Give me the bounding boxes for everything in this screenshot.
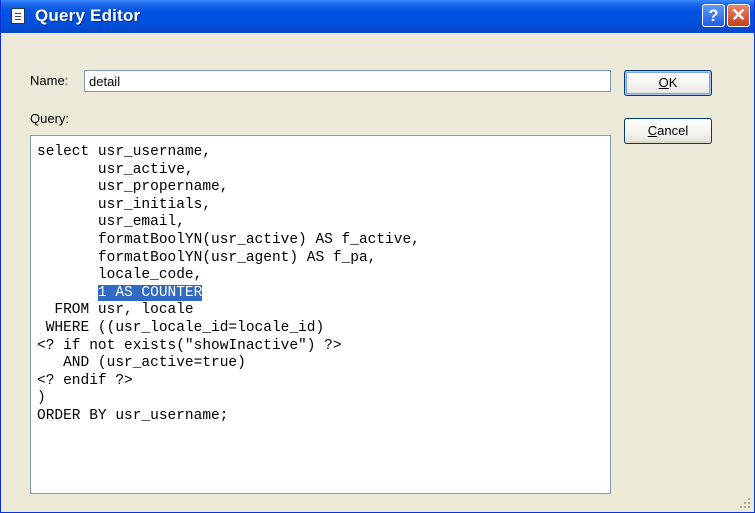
query-editor-window: Query Editor ? ✕ Name: Query: OK Cancel … bbox=[0, 0, 755, 513]
window-title: Query Editor bbox=[35, 6, 141, 25]
query-line: usr_active, bbox=[37, 161, 194, 178]
resize-grip-icon[interactable] bbox=[739, 497, 751, 509]
query-line: formatBoolYN(usr_agent) AS f_pa, bbox=[37, 249, 377, 266]
ok-mnemonic: O bbox=[658, 75, 669, 90]
selected-text: 1 AS COUNTER bbox=[97, 284, 203, 301]
cancel-mnemonic: C bbox=[647, 123, 658, 138]
name-label: Name: bbox=[30, 73, 69, 88]
help-button[interactable]: ? bbox=[702, 4, 725, 27]
ok-label-rest: K bbox=[668, 75, 678, 90]
query-line: ) bbox=[37, 390, 46, 407]
query-line: select usr_username, bbox=[37, 144, 212, 160]
title-bar[interactable]: Query Editor ? ✕ bbox=[1, 0, 754, 33]
query-line: ORDER BY usr_username; bbox=[37, 407, 229, 424]
name-input[interactable] bbox=[84, 70, 611, 92]
query-line: AND (usr_active=true) bbox=[37, 355, 246, 372]
query-line: FROM usr, locale bbox=[37, 302, 194, 319]
query-label: Query: bbox=[30, 111, 70, 126]
query-textarea[interactable]: select usr_username, usr_active, usr_pro… bbox=[30, 135, 611, 494]
query-indent bbox=[37, 285, 98, 301]
query-line: formatBoolYN(usr_active) AS f_active, bbox=[37, 231, 420, 248]
cancel-label-rest: ancel bbox=[657, 123, 689, 138]
query-line: locale_code, bbox=[37, 267, 203, 284]
query-line: usr_email, bbox=[37, 214, 185, 231]
cancel-button[interactable]: Cancel bbox=[624, 118, 712, 144]
document-icon bbox=[11, 8, 25, 24]
ok-button[interactable]: OK bbox=[624, 70, 712, 96]
query-line: <? if not exists("showInactive") ?> bbox=[37, 337, 342, 354]
query-line-selected: 1 AS COUNTER bbox=[37, 284, 610, 303]
query-line: usr_initials, bbox=[37, 196, 212, 213]
query-line: usr_propername, bbox=[37, 179, 229, 196]
query-line: <? endif ?> bbox=[37, 372, 133, 389]
query-line: WHERE ((usr_locale_id=locale_id) bbox=[37, 319, 325, 336]
close-button[interactable]: ✕ bbox=[727, 4, 750, 27]
